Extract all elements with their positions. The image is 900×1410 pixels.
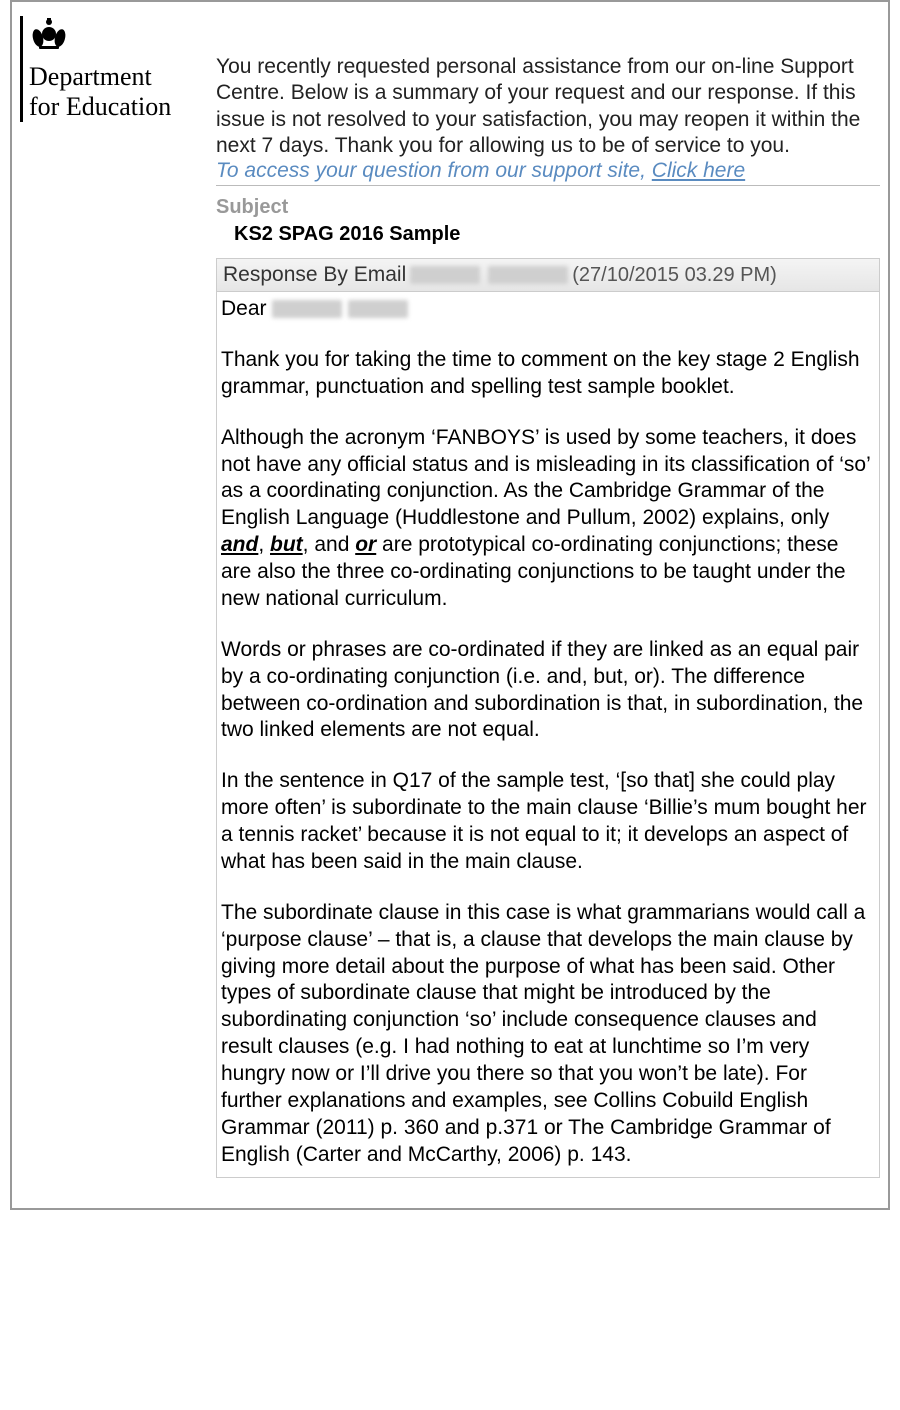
email-body: Dear Thank you for taking the time to co… xyxy=(216,292,880,1178)
body-paragraph-1: Thank you for taking the time to comment… xyxy=(221,347,873,401)
redacted-name-2 xyxy=(488,266,568,284)
word-and: and xyxy=(221,533,258,556)
dept-line-1: Department xyxy=(29,62,152,91)
subject-value: KS2 SPAG 2016 Sample xyxy=(216,223,880,246)
access-prefix: To access your question from our support… xyxy=(216,159,652,182)
redacted-recipient-2 xyxy=(348,300,408,318)
redacted-name-1 xyxy=(410,266,480,284)
crest-icon xyxy=(29,16,69,58)
body-paragraph-5: The subordinate clause in this case is w… xyxy=(221,900,873,1169)
dept-line-2: for Education xyxy=(29,92,171,121)
department-name: Department for Education xyxy=(20,62,210,122)
word-or: or xyxy=(355,533,376,556)
word-but: but xyxy=(270,533,303,556)
response-header-bar: Response By Email (27/10/2015 03.29 PM) xyxy=(216,258,880,292)
body-paragraph-2: Although the acronym ‘FANBOYS’ is used b… xyxy=(221,425,873,613)
greeting-word: Dear xyxy=(221,297,267,320)
logo-block: Department for Education xyxy=(20,8,210,122)
email-document: Department for Education You recently re… xyxy=(10,0,890,1210)
body-paragraph-4: In the sentence in Q17 of the sample tes… xyxy=(221,768,873,876)
redacted-recipient-1 xyxy=(272,300,342,318)
response-timestamp: (27/10/2015 03.29 PM) xyxy=(572,264,777,287)
subject-label: Subject xyxy=(216,196,880,219)
intro-text: You recently requested personal assistan… xyxy=(216,54,880,159)
access-link[interactable]: Click here xyxy=(652,159,745,182)
greeting-line: Dear xyxy=(221,296,873,323)
content-column: You recently requested personal assistan… xyxy=(210,8,880,1178)
body-paragraph-3: Words or phrases are co-ordinated if the… xyxy=(221,637,873,745)
access-line: To access your question from our support… xyxy=(216,159,880,186)
header-row: Department for Education You recently re… xyxy=(20,8,880,1178)
response-prefix: Response By Email xyxy=(223,263,406,287)
